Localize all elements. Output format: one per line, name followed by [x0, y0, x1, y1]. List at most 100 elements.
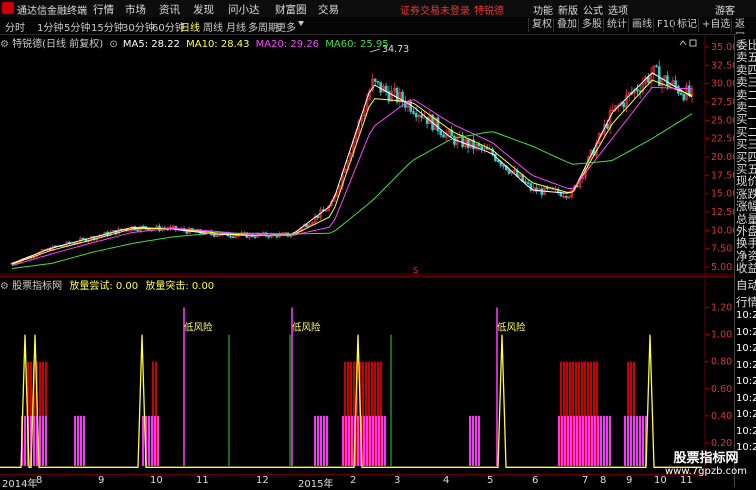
candle-body — [436, 117, 440, 132]
period-1min[interactable]: 1分钟 — [37, 19, 63, 34]
app-name: 通达信金融终端 — [17, 6, 87, 17]
period-multi[interactable]: 多周期 — [248, 19, 278, 34]
y-tick-label: 17.50 — [711, 170, 734, 181]
tick-time: 10:26 — [736, 392, 756, 404]
candle-body — [253, 236, 257, 238]
menu-faxian[interactable]: 发现 — [193, 2, 214, 17]
signal-label-1: 低风险 — [184, 322, 213, 334]
y-tick-label: 30.00 — [711, 79, 734, 90]
watermark-title: 股票指标网 — [673, 451, 739, 466]
ma5-value: MA5: 28.22 — [122, 39, 180, 50]
candle-body — [218, 234, 221, 237]
y-tick-label: 27.50 — [711, 97, 734, 108]
collapse-icon[interactable] — [679, 40, 687, 46]
x-tick-label: 6 — [532, 475, 539, 486]
quote-field-label: 收益 — [736, 261, 756, 276]
candle-body — [379, 82, 382, 93]
tick-time: 10:26 — [736, 425, 756, 437]
watermark-url: www.7gpzb.com — [665, 466, 747, 477]
candle-body — [466, 139, 470, 149]
tool-duogu[interactable]: 多股 — [578, 18, 605, 32]
x-tick-label: 9 — [98, 475, 105, 486]
x-tick-label: 2 — [350, 475, 357, 486]
period-monthly[interactable]: 月线 — [226, 19, 246, 34]
tick-time: 10:26 — [736, 409, 756, 420]
x-tick-label: 3 — [394, 475, 401, 486]
period-bar: 分时 1分钟 5分钟 15分钟 30分钟 60分钟 日线 周线 月线 多周期 更… — [0, 17, 756, 44]
period-15min[interactable]: 15分钟 — [91, 19, 124, 34]
btn-gongneng[interactable]: 功能 — [533, 2, 553, 17]
menu-wenxiaoda[interactable]: 问小达 — [228, 2, 260, 17]
candle-body — [674, 80, 677, 87]
candle-body — [622, 102, 626, 108]
tool-zixuan[interactable]: +自选 — [698, 18, 733, 32]
tool-biaoji[interactable]: 标记 — [673, 18, 700, 32]
period-30min[interactable]: 30分钟 — [122, 19, 155, 34]
sub-y-tick-label: 0.60 — [711, 384, 732, 395]
gear-icon[interactable]: ⚙ — [0, 39, 12, 50]
candle-body — [439, 130, 443, 135]
tool-diejia[interactable]: 叠加 — [553, 18, 580, 32]
tool-huaxian[interactable]: 画线 — [628, 18, 655, 32]
indicator-chart[interactable]: 1.201.000.800.600.400.20低风险 低风险 低风险 — [0, 276, 734, 474]
maximize-icon[interactable] — [689, 39, 697, 47]
panel-title: 行情 — [736, 294, 756, 309]
main-chart-header: ⚙ 特锐德(日线 前复权) ⊙ MA5: 28.22 MA10: 28.43 M… — [0, 39, 389, 50]
candle-body — [477, 144, 481, 147]
menu-jiaoyi[interactable]: 交易 — [318, 2, 339, 17]
period-more[interactable]: 更多 — [276, 19, 296, 34]
candle-body — [128, 229, 131, 232]
x-tick-label: 2014年 — [2, 479, 38, 490]
indicator-name: 股票指标网 — [12, 281, 63, 292]
ma-line-ma20 — [11, 86, 693, 266]
sub-y-tick-label: 0.40 — [711, 411, 732, 422]
sub-gear-icon[interactable]: ⚙ — [0, 281, 12, 292]
candle-body — [267, 235, 271, 238]
panel-title: 自动 — [736, 278, 756, 292]
period-daily[interactable]: 日线 — [180, 19, 200, 34]
stock-title: 特锐德(日线 前复权) — [12, 39, 104, 50]
tick-time: 10:26 — [736, 343, 756, 354]
sub-y-tick-label: 1.00 — [711, 330, 732, 341]
btn-youke[interactable]: 游客 — [715, 2, 735, 17]
menu-shichang[interactable]: 市场 — [125, 2, 146, 17]
menu-caifuquan[interactable]: 财富圈 — [275, 2, 307, 17]
tick-time: 10:26 — [736, 310, 756, 321]
candle-body — [442, 134, 445, 138]
indicator-f2: 放量突击: 0.00 — [145, 281, 215, 292]
candle-body — [524, 181, 527, 183]
y-tick-label: 5.00 — [711, 262, 732, 273]
period-weekly[interactable]: 周线 — [203, 19, 223, 34]
x-tick-label: 4 — [443, 475, 450, 486]
menu-hangqing[interactable]: 行情 — [93, 2, 114, 17]
y-tick-label: 22.50 — [711, 134, 734, 145]
candle-body — [636, 88, 639, 92]
tick-time: 10:26 — [736, 326, 756, 338]
btn-gongshi[interactable]: 公式 — [583, 2, 603, 17]
candle-body — [655, 65, 658, 68]
y-tick-label: 32.50 — [711, 60, 734, 71]
candle-body — [502, 164, 505, 167]
login-notice[interactable]: 证券交易未登录 — [400, 2, 470, 17]
kline-chart[interactable]: 35.00 32.50 30.00 27.50 25.00 22.50 20.00 17.50… — [0, 35, 734, 275]
y-tick-label: 15.00 — [711, 189, 734, 200]
signal-label-2: 低风险 — [292, 322, 321, 334]
period-fenshi[interactable]: 分时 — [5, 19, 25, 34]
stock-name: 特锐德 — [474, 6, 504, 17]
x-tick-label: 12 — [256, 475, 269, 486]
candle-body — [81, 238, 85, 240]
tool-fuquan[interactable]: 复权 — [528, 18, 555, 32]
tool-tongji[interactable]: 统计 — [603, 18, 630, 32]
indicator-f1: 放量尝试: 0.00 — [69, 281, 139, 292]
candle-body — [305, 224, 309, 228]
btn-xinban[interactable]: 新版 — [558, 2, 578, 17]
ma60-value: MA60: 25.95 — [325, 39, 389, 50]
menu-zixun[interactable]: 资讯 — [159, 2, 180, 17]
more-chevron-icon[interactable] — [298, 21, 304, 26]
btn-xuanxiang[interactable]: 选项 — [608, 2, 628, 17]
tool-fanhui[interactable]: 返回 — [731, 18, 756, 44]
candle-body — [679, 92, 683, 95]
watermark: 股票指标网 www.7gpzb.com — [660, 447, 752, 487]
period-5min[interactable]: 5分钟 — [64, 19, 90, 34]
sub-chart-header: ⚙ 股票指标网 放量尝试: 0.00 放量突击: 0.00 — [0, 277, 215, 292]
